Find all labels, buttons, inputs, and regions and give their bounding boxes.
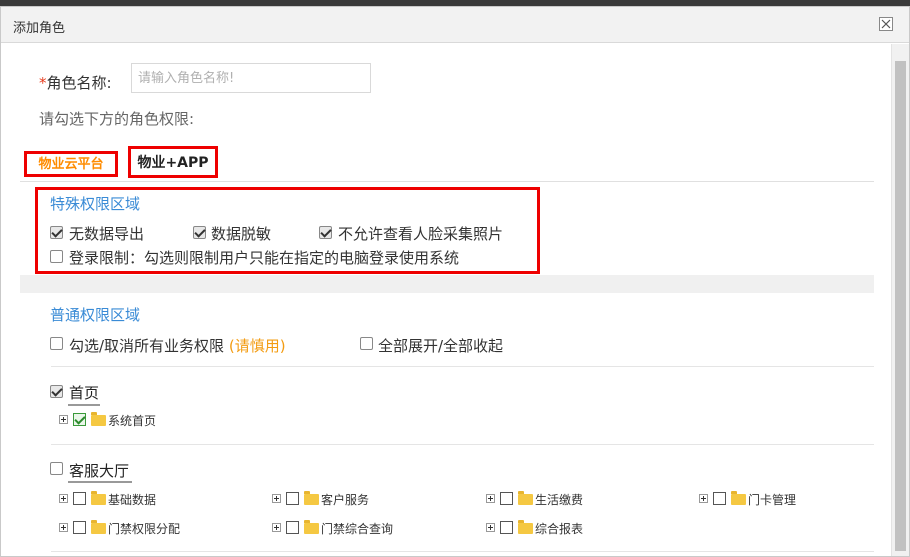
tab-property-cloud[interactable]: 物业云平台 xyxy=(24,151,118,177)
expand-all-label: 全部展开/全部收起 xyxy=(378,337,504,355)
folder-icon xyxy=(518,491,533,505)
permission-hint: 请勾选下方的角色权限: xyxy=(39,110,195,128)
node-label-life-payment: 生活缴费 xyxy=(535,493,584,507)
dialog-title: 添加角色 xyxy=(13,21,66,36)
required-mark: * xyxy=(39,74,47,92)
folder-icon xyxy=(91,491,106,505)
vertical-scrollbar[interactable] xyxy=(891,44,909,556)
group-checkbox-service-hall[interactable] xyxy=(50,462,63,475)
group-underline xyxy=(68,404,100,406)
tab-property-app[interactable]: 物业+APP xyxy=(128,146,218,178)
expand-icon[interactable] xyxy=(59,415,68,424)
folder-icon xyxy=(304,491,319,505)
group-divider xyxy=(51,366,874,367)
select-all-warning: (请慎用) xyxy=(228,337,286,355)
group-checkbox-home[interactable] xyxy=(50,385,63,398)
special-permission-title: 特殊权限区域 xyxy=(50,195,141,213)
expand-icon[interactable] xyxy=(59,523,68,532)
no-export-label: 无数据导出 xyxy=(69,225,145,243)
section-divider xyxy=(20,275,874,293)
group-divider xyxy=(51,551,874,552)
node-label-basic-data: 基础数据 xyxy=(108,493,157,507)
expand-icon[interactable] xyxy=(59,494,68,503)
node-label-summary-report: 综合报表 xyxy=(535,522,584,536)
folder-icon xyxy=(91,520,106,534)
expand-icon[interactable] xyxy=(486,523,495,532)
node-label-customer-service: 客户服务 xyxy=(321,493,370,507)
node-checkbox-system-home[interactable] xyxy=(73,413,86,426)
folder-icon xyxy=(518,520,533,534)
node-checkbox-summary-report[interactable] xyxy=(500,521,513,534)
data-mask-label: 数据脱敏 xyxy=(211,225,272,243)
select-all-checkbox[interactable] xyxy=(50,337,63,350)
expand-icon[interactable] xyxy=(486,494,495,503)
role-name-input[interactable] xyxy=(131,63,371,93)
close-icon[interactable] xyxy=(879,17,893,31)
login-limit-checkbox[interactable] xyxy=(50,250,63,263)
select-all-label: 勾选/取消所有业务权限 (请慎用) xyxy=(69,335,286,356)
folder-icon xyxy=(731,491,746,505)
role-name-label-text: 角色名称: xyxy=(46,74,112,92)
folder-icon xyxy=(304,520,319,534)
group-underline xyxy=(68,481,132,483)
dialog-titlebar: 添加角色 xyxy=(1,7,909,43)
data-mask-checkbox[interactable] xyxy=(193,226,206,239)
add-role-dialog: 添加角色 *角色名称: 请勾选下方的角色权限: 物业云平台 物业+APP 特殊权… xyxy=(0,6,910,557)
node-checkbox-life-payment[interactable] xyxy=(500,492,513,505)
role-name-label: *角色名称: xyxy=(39,72,112,93)
node-checkbox-card-management[interactable] xyxy=(713,492,726,505)
node-checkbox-basic-data[interactable] xyxy=(73,492,86,505)
face-photo-label: 不允许查看人脸采集照片 xyxy=(338,225,504,243)
node-label-access-assign: 门禁权限分配 xyxy=(108,522,181,536)
scrollbar-thumb[interactable] xyxy=(895,61,906,551)
expand-icon[interactable] xyxy=(699,494,708,503)
select-all-text: 勾选/取消所有业务权限 xyxy=(69,337,225,355)
dialog-content: *角色名称: 请勾选下方的角色权限: 物业云平台 物业+APP 特殊权限区域 无… xyxy=(1,44,892,556)
node-checkbox-access-assign[interactable] xyxy=(73,521,86,534)
expand-icon[interactable] xyxy=(272,523,281,532)
group-label-service-hall: 客服大厅 xyxy=(69,462,130,480)
tab-divider xyxy=(20,181,874,182)
face-photo-checkbox[interactable] xyxy=(319,226,332,239)
expand-all-checkbox[interactable] xyxy=(360,337,373,350)
group-label-home: 首页 xyxy=(69,384,100,402)
normal-permission-title: 普通权限区域 xyxy=(50,306,141,324)
folder-icon xyxy=(91,412,106,426)
expand-icon[interactable] xyxy=(272,494,281,503)
node-label-access-query: 门禁综合查询 xyxy=(321,522,394,536)
no-export-checkbox[interactable] xyxy=(50,226,63,239)
node-checkbox-customer-service[interactable] xyxy=(286,492,299,505)
node-checkbox-access-query[interactable] xyxy=(286,521,299,534)
node-label-card-management: 门卡管理 xyxy=(748,493,797,507)
group-divider xyxy=(51,444,874,445)
node-label-system-home: 系统首页 xyxy=(108,414,157,428)
login-limit-label: 登录限制：勾选则限制用户只能在指定的电脑登录使用系统 xyxy=(69,249,460,267)
